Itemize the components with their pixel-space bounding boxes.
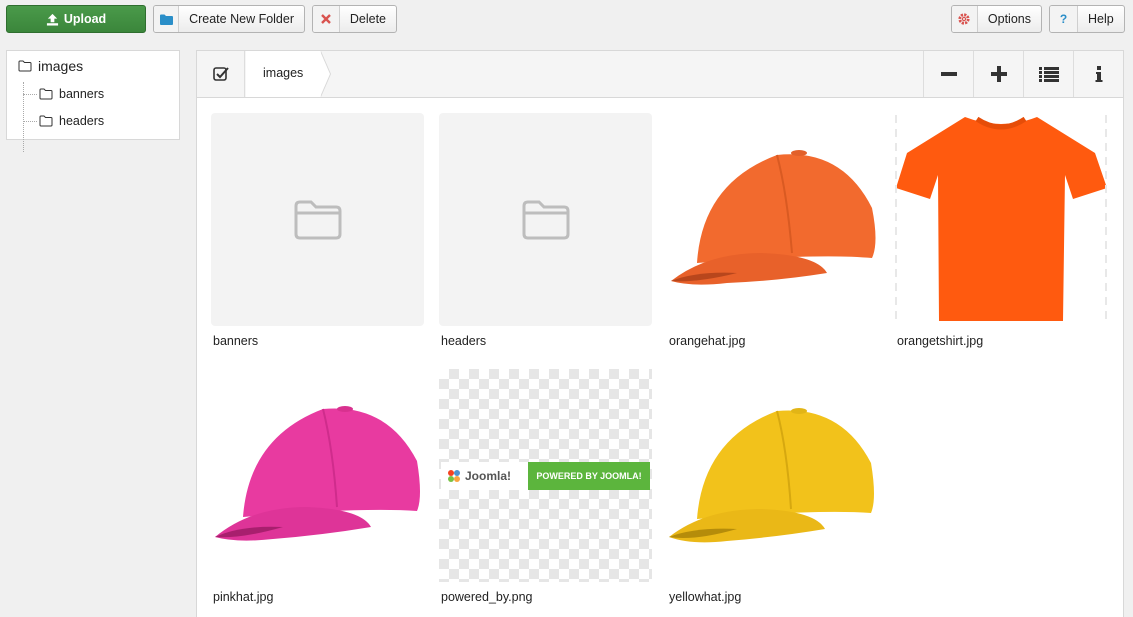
pink-cap-image — [215, 406, 420, 541]
zoom-out-button[interactable] — [923, 51, 973, 97]
delete-label: Delete — [349, 12, 386, 26]
orange-tshirt-image — [895, 115, 1107, 325]
image-thumbnail: Joomla! POWERED BY JOOMLA! — [439, 369, 652, 582]
powered-by-text: POWERED BY JOOMLA! — [528, 462, 650, 490]
tree-item-label: headers — [59, 114, 105, 128]
gear-icon — [952, 6, 978, 32]
delete-button[interactable]: Delete — [312, 5, 397, 33]
tree-item-headers[interactable]: headers — [23, 114, 104, 128]
help-button[interactable]: ? Help — [1049, 5, 1125, 33]
upload-icon — [46, 13, 58, 26]
orange-cap-image — [671, 150, 876, 285]
info-icon — [1095, 66, 1102, 82]
joomla-banner-image: Joomla! POWERED BY JOOMLA! — [441, 462, 650, 490]
tree-item-banners[interactable]: banners — [23, 87, 104, 101]
file-name: powered_by.png — [441, 590, 533, 604]
checkbox-icon — [212, 67, 229, 81]
media-browser: images banners headers orangehat.jpg ora… — [196, 50, 1124, 617]
file-name: headers — [441, 334, 487, 348]
upload-label: Upload — [63, 12, 107, 26]
toolbar: Upload Create New Folder Delete Options … — [0, 0, 1133, 40]
folder-icon — [294, 200, 341, 239]
media-item-headers[interactable]: headers — [439, 113, 652, 348]
image-thumbnail — [895, 113, 1108, 326]
folder-outline-icon — [39, 88, 53, 100]
folder-thumbnail — [211, 113, 424, 326]
media-item-banners[interactable]: banners — [211, 113, 424, 348]
create-folder-button[interactable]: Create New Folder — [153, 5, 305, 33]
list-view-button[interactable] — [1023, 51, 1073, 97]
media-item-orangetshirt[interactable]: orangetshirt.jpg — [895, 113, 1108, 348]
list-view-icon — [1038, 66, 1059, 82]
folder-tree: images banners headers — [6, 50, 180, 152]
image-thumbnail — [211, 369, 424, 582]
question-icon: ? — [1050, 6, 1078, 32]
tree-item-label: banners — [59, 87, 105, 101]
media-item-yellowhat[interactable]: yellowhat.jpg — [667, 369, 880, 604]
select-all-checkbox[interactable] — [197, 51, 245, 97]
zoom-in-button[interactable] — [973, 51, 1023, 97]
info-button[interactable] — [1073, 51, 1123, 97]
file-name: orangetshirt.jpg — [897, 334, 984, 348]
folder-thumbnail — [439, 113, 652, 326]
folder-outline-icon — [18, 60, 32, 72]
options-button[interactable]: Options — [951, 5, 1042, 33]
file-name: orangehat.jpg — [669, 334, 746, 348]
minus-icon — [940, 72, 957, 76]
folder-icon — [522, 200, 569, 239]
upload-button[interactable]: Upload — [6, 5, 146, 33]
create-folder-label: Create New Folder — [189, 12, 294, 26]
tree-item-label: images — [38, 58, 84, 74]
joomla-logo-icon — [448, 470, 460, 482]
image-thumbnail — [667, 369, 880, 582]
help-label: Help — [1088, 12, 1114, 26]
tree-item-images[interactable]: images — [18, 58, 83, 74]
browser-toolbar: images — [197, 51, 1123, 98]
file-name: banners — [213, 334, 259, 348]
joomla-wordmark: Joomla! — [465, 469, 512, 483]
folder-icon — [154, 6, 180, 32]
breadcrumb-images: images — [263, 66, 304, 80]
breadcrumb[interactable]: images — [246, 51, 331, 97]
yellow-cap-image — [669, 408, 874, 543]
folder-outline-icon — [39, 115, 53, 127]
media-item-pinkhat[interactable]: pinkhat.jpg — [211, 369, 424, 604]
options-label: Options — [987, 12, 1031, 26]
plus-icon — [990, 66, 1007, 82]
media-item-orangehat[interactable]: orangehat.jpg — [667, 113, 880, 348]
media-item-powered-by[interactable]: Joomla! POWERED BY JOOMLA! powered_by.pn… — [439, 369, 652, 604]
file-name: pinkhat.jpg — [213, 590, 274, 604]
file-name: yellowhat.jpg — [669, 590, 742, 604]
image-thumbnail — [667, 113, 880, 326]
delete-x-icon — [313, 6, 340, 32]
